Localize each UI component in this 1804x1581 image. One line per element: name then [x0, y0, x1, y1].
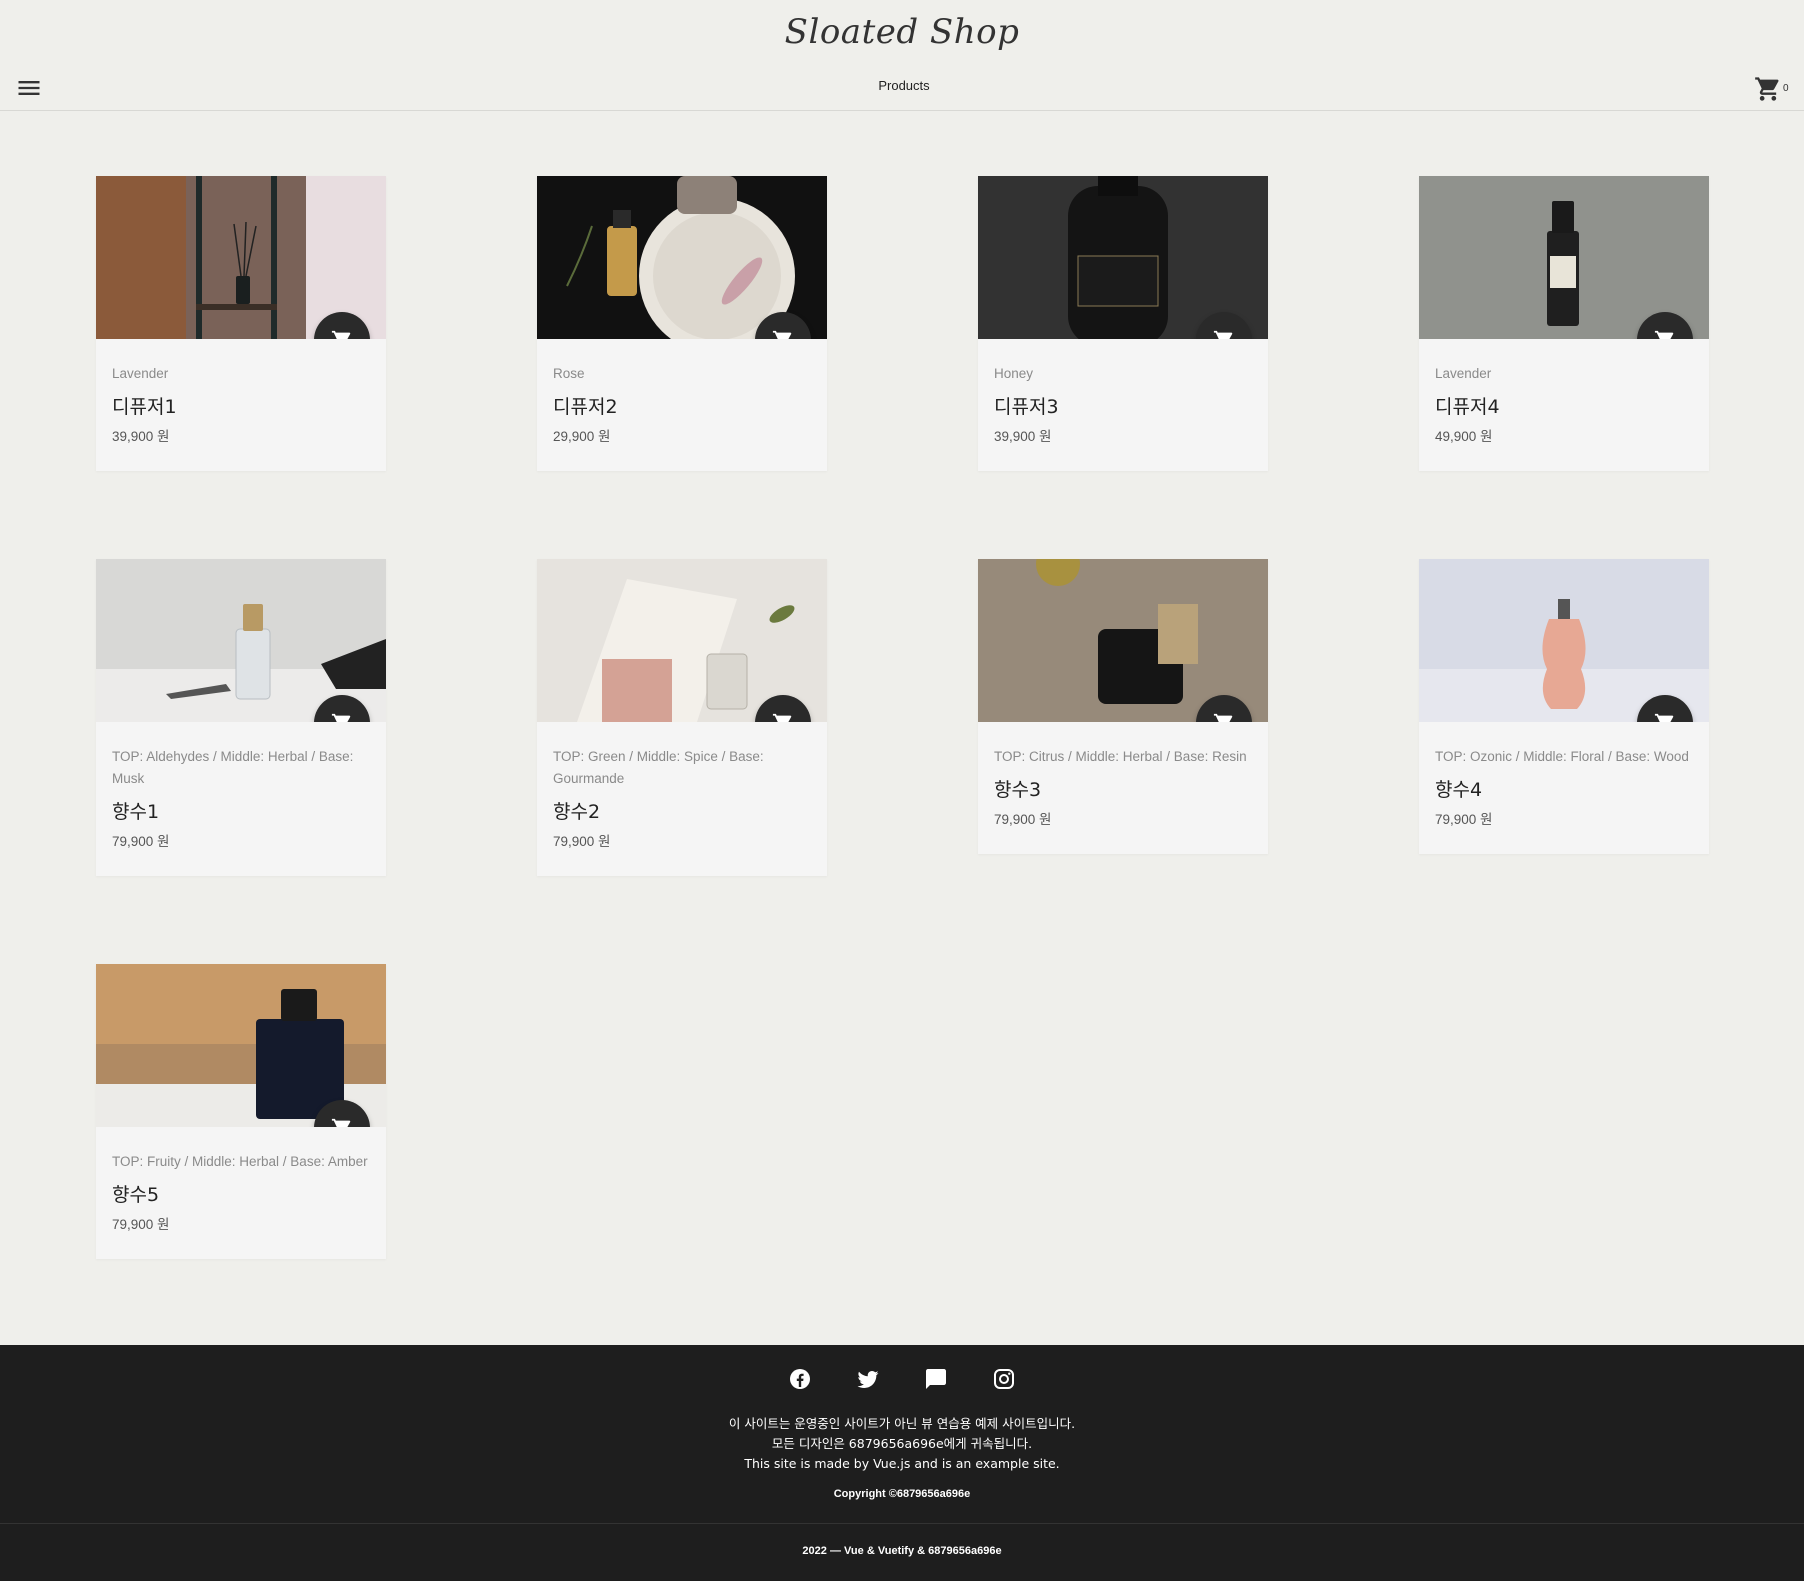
product-price: 79,900 원 — [553, 834, 611, 849]
product-image[interactable] — [96, 176, 386, 339]
product-card[interactable]: TOP: Aldehydes / Middle: Herbal / Base: … — [96, 559, 386, 876]
product-name: 향수4 — [1435, 779, 1483, 801]
product-card[interactable]: Rose 디퓨저2 29,900 원 — [537, 176, 827, 471]
social-links — [0, 1367, 1804, 1391]
product-name: 향수1 — [112, 801, 160, 823]
product-name: 향수5 — [112, 1184, 160, 1206]
product-price: 29,900 원 — [553, 429, 611, 444]
twitter-icon[interactable] — [856, 1367, 880, 1391]
product-image[interactable] — [96, 964, 386, 1127]
footer-line: 모든 디자인은 6879656a696e에게 귀속됩니다. — [771, 1436, 1033, 1451]
cart-icon — [1654, 330, 1674, 339]
instagram-icon[interactable] — [992, 1367, 1016, 1391]
footer-line: 이 사이트는 운영중인 사이트가 아닌 뷰 연습용 예제 사이트입니다. — [728, 1416, 1076, 1431]
product-card[interactable]: TOP: Green / Middle: Spice / Base: Gourm… — [537, 559, 827, 876]
menu-icon — [18, 81, 40, 95]
cart-icon — [331, 713, 351, 722]
product-card[interactable]: TOP: Ozonic / Middle: Floral / Base: Woo… — [1419, 559, 1709, 854]
product-notes: TOP: Citrus / Middle: Herbal / Base: Res… — [994, 749, 1247, 764]
product-image[interactable] — [978, 176, 1268, 339]
product-image[interactable] — [537, 559, 827, 722]
product-notes: Honey — [994, 366, 1034, 381]
product-card[interactable]: TOP: Citrus / Middle: Herbal / Base: Res… — [978, 559, 1268, 854]
product-name: 디퓨저3 — [994, 396, 1059, 418]
footer-divider — [0, 1523, 1804, 1524]
product-card[interactable]: Lavender 디퓨저1 39,900 원 — [96, 176, 386, 471]
product-notes: Lavender — [1435, 366, 1492, 381]
cart-icon — [331, 1118, 351, 1127]
product-price: 79,900 원 — [1435, 812, 1493, 827]
product-notes: TOP: Fruity / Middle: Herbal / Base: Amb… — [112, 1154, 368, 1169]
product-image[interactable] — [537, 176, 827, 339]
product-price: 79,900 원 — [994, 812, 1052, 827]
product-card[interactable]: TOP: Fruity / Middle: Herbal / Base: Amb… — [96, 964, 386, 1259]
product-image[interactable] — [1419, 176, 1709, 339]
cart-icon — [1654, 713, 1674, 722]
cart-icon — [772, 713, 792, 722]
product-price: 49,900 원 — [1435, 429, 1493, 444]
app-header: Sloated Shop Products 0 — [0, 0, 1804, 111]
product-notes: TOP: Green / Middle: Spice / Base: Gourm… — [553, 749, 764, 786]
product-price: 39,900 원 — [994, 429, 1052, 444]
product-name: 향수2 — [553, 801, 601, 823]
shop-logo[interactable]: Sloated Shop — [0, 12, 1804, 52]
product-name: 디퓨저2 — [553, 396, 618, 418]
cart-icon — [331, 330, 351, 339]
site-footer: 이 사이트는 운영중인 사이트가 아닌 뷰 연습용 예제 사이트입니다. 모든 … — [0, 1345, 1804, 1581]
product-price: 79,900 원 — [112, 834, 170, 849]
product-notes: Rose — [553, 366, 585, 381]
product-name: 디퓨저1 — [112, 396, 177, 418]
footer-line: This site is made by Vue.js and is an ex… — [744, 1456, 1060, 1471]
product-image[interactable] — [978, 559, 1268, 722]
cart-icon — [1755, 77, 1779, 101]
cart-icon — [1213, 713, 1233, 722]
copyright-text: Copyright ©6879656a696e — [833, 1488, 971, 1500]
nav-products-link[interactable]: Products — [860, 78, 948, 93]
product-notes: Lavender — [112, 366, 169, 381]
product-price: 79,900 원 — [112, 1217, 170, 1232]
cart-icon — [772, 330, 792, 339]
product-card[interactable]: Lavender 디퓨저4 49,900 원 — [1419, 176, 1709, 471]
product-notes: TOP: Ozonic / Middle: Floral / Base: Woo… — [1435, 749, 1689, 764]
cart-button[interactable]: 0 — [1754, 75, 1794, 103]
product-notes: TOP: Aldehydes / Middle: Herbal / Base: … — [112, 749, 354, 786]
cart-icon — [1213, 330, 1233, 339]
product-card[interactable]: Honey 디퓨저3 39,900 원 — [978, 176, 1268, 471]
product-image[interactable] — [1419, 559, 1709, 722]
product-image[interactable] — [96, 559, 386, 722]
facebook-icon[interactable] — [788, 1367, 812, 1391]
product-name: 디퓨저4 — [1435, 396, 1500, 418]
chat-icon[interactable] — [924, 1367, 948, 1391]
product-price: 39,900 원 — [112, 429, 170, 444]
cart-count-badge: 0 — [1783, 83, 1789, 94]
footer-description: 이 사이트는 운영중인 사이트가 아닌 뷰 연습용 예제 사이트입니다. 모든 … — [0, 1414, 1804, 1474]
product-name: 향수3 — [994, 779, 1042, 801]
menu-button[interactable] — [15, 74, 43, 102]
footer-bottom-text: 2022 — Vue & Vuetify & 6879656a696e — [802, 1545, 1002, 1557]
